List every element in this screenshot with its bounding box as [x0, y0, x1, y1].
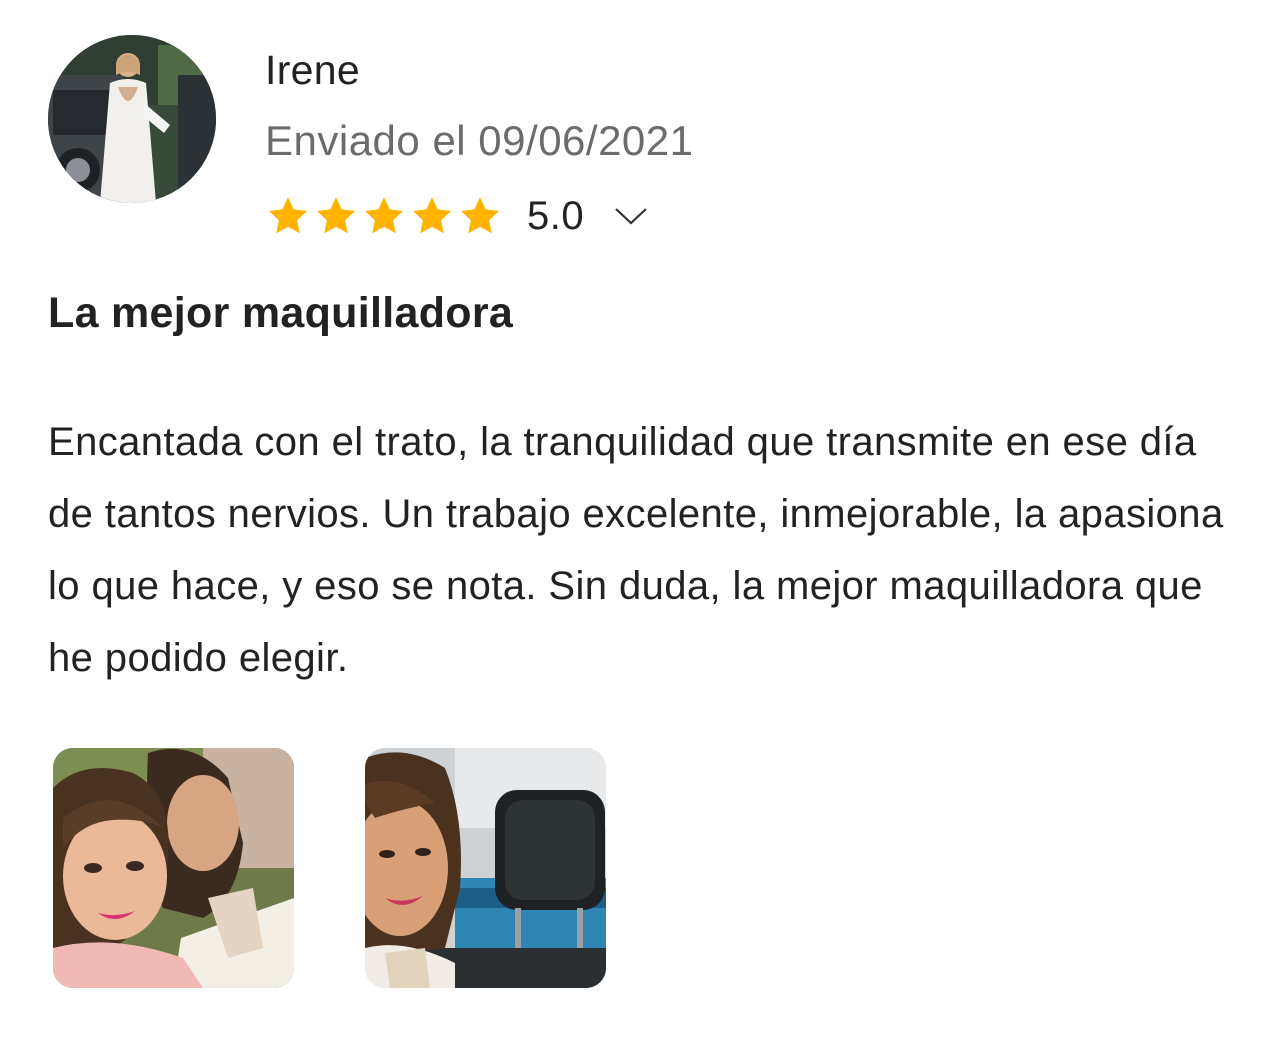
reviewer-name: Irene: [265, 47, 360, 93]
rating-row: 5.0: [265, 192, 648, 240]
star-icon: [269, 197, 307, 234]
reviewer-avatar[interactable]: [48, 35, 216, 203]
review-photo-2[interactable]: [365, 748, 606, 988]
star-icon: [365, 197, 403, 234]
star-icon: [461, 197, 499, 234]
review-body: Encantada con el trato, la tranquilidad …: [48, 420, 1224, 680]
star-icon: [317, 197, 355, 234]
review-photo-1[interactable]: [53, 748, 294, 988]
star-rating: [265, 194, 505, 238]
chevron-down-icon[interactable]: [614, 206, 648, 226]
review-title: La mejor maquilladora: [48, 289, 514, 337]
review-date: Enviado el 09/06/2021: [265, 117, 694, 164]
rating-value: 5.0: [527, 193, 585, 238]
star-icon: [413, 197, 451, 234]
